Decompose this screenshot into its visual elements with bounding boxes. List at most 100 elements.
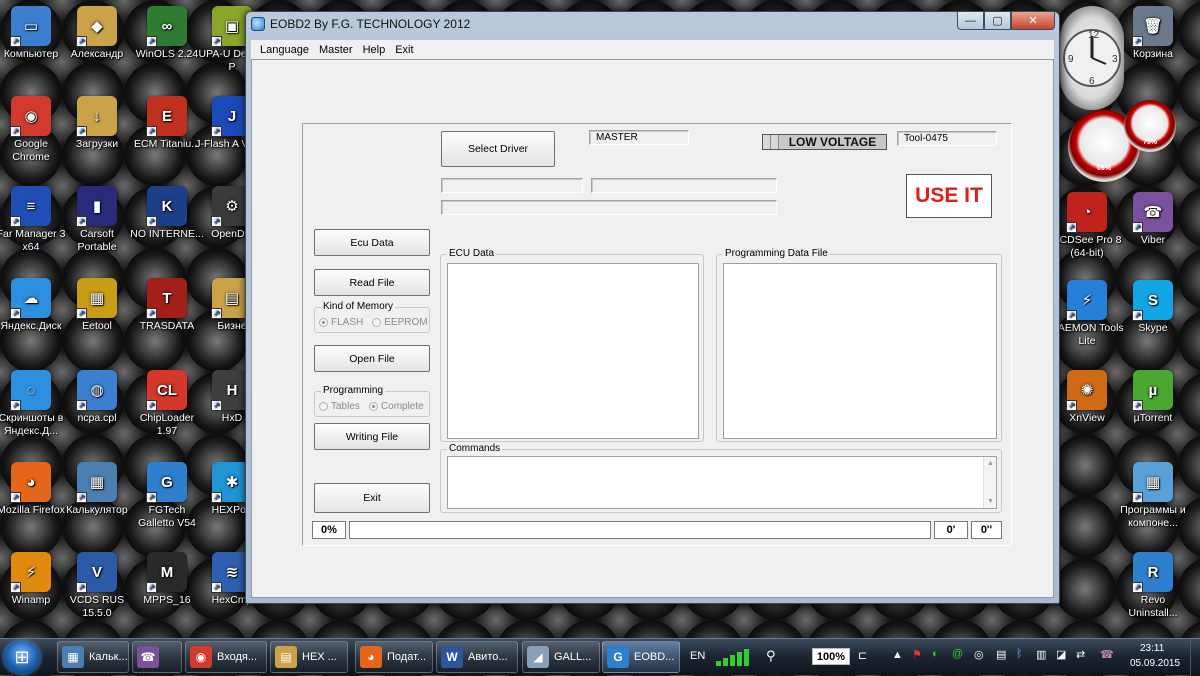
scroll-down-icon[interactable]: ▼ (984, 495, 997, 508)
tray-app-icon[interactable]: ◪ (1056, 648, 1066, 661)
tables-radio[interactable]: Tables (319, 401, 360, 412)
desktop-icon[interactable]: T ↗ TRASDATA (130, 278, 204, 333)
desktop-icon[interactable]: E ↗ ECM Titaniu... (130, 96, 204, 151)
shortcut-arrow-icon: ↗ (10, 126, 21, 137)
radio-empty-icon (372, 318, 382, 327)
desktop-icon[interactable]: ◕ ↗ Mozilla Firefox (0, 462, 68, 517)
desktop-icon-label: Eetool (82, 320, 112, 332)
desktop-icon[interactable]: ◍ ↗ ncpa.cpl (60, 370, 134, 425)
read-file-button[interactable]: Read File (314, 269, 430, 296)
language-indicator[interactable]: EN (690, 650, 705, 662)
battery-indicator[interactable]: 100% (812, 648, 850, 665)
taskbar-item[interactable]: W Авито... (436, 641, 518, 673)
desktop-icon[interactable]: ◉ ↗ Google Chrome (0, 96, 68, 164)
flash-radio[interactable]: FLASH (319, 317, 363, 328)
eeprom-radio[interactable]: EEPROM (372, 317, 428, 328)
desktop-icon[interactable]: CL ↗ ChipLoader 1.97 (130, 370, 204, 438)
menu-language[interactable]: Language (255, 44, 314, 56)
desktop-icon[interactable]: ∞ ↗ WinOLS 2.24 (130, 6, 204, 61)
power-icon[interactable]: ⊏ (858, 649, 867, 662)
taskbar-app-icon: ◉ (190, 646, 212, 668)
minimize-button[interactable]: — (957, 12, 984, 30)
desktop-icon[interactable]: S ↗ Skype (1116, 280, 1190, 335)
complete-radio[interactable]: Complete (368, 401, 424, 412)
desktop-icon[interactable]: 🗑 ↗ Корзина (1116, 6, 1190, 61)
taskbar-app-icon: ☎ (137, 646, 159, 668)
open-file-button[interactable]: Open File (314, 345, 430, 372)
desktop-icon[interactable]: ▭ ↗ Компьютер (0, 6, 68, 61)
desktop-icon[interactable]: R ↗ Revo Uninstall... (1116, 552, 1190, 620)
desktop-icon[interactable]: ▦ ↗ Калькулятор (60, 462, 134, 517)
desktop-icon[interactable]: ≡ ↗ Far Manager 3 x64 (0, 186, 68, 254)
desktop-icon[interactable]: ↓ ↗ Загрузки (60, 96, 134, 151)
close-button[interactable]: ✕ (1011, 12, 1055, 30)
desktop-icon-label: Программы и компоне... (1120, 504, 1186, 529)
menu-master[interactable]: Master (314, 44, 358, 56)
desktop-icon[interactable]: ◆ ↗ Александр (60, 6, 134, 61)
taskbar-item[interactable]: ◕ Подат... (355, 641, 433, 673)
desktop-icon[interactable]: ▦ ↗ Eetool (60, 278, 134, 333)
taskbar-item[interactable]: ▦ Кальк... (57, 641, 129, 673)
network-icon[interactable]: ⇄ (1076, 648, 1085, 661)
desktop-icon[interactable]: ▮ ↗ Carsoft Portable (60, 186, 134, 254)
network-signal-icon[interactable] (716, 648, 756, 666)
eobd2-window: EOBD2 By F.G. TECHNOLOGY 2012 — ▢ ✕ Lang… (245, 11, 1060, 604)
taskbar-item[interactable]: ◢ GALL... (522, 641, 600, 673)
viber-tray-icon[interactable]: ☎ (1100, 648, 1114, 661)
taskbar-item[interactable]: ◉ Входя... (185, 641, 267, 673)
taskbar-app-icon: ◕ (360, 646, 382, 668)
select-driver-button[interactable]: Select Driver (441, 131, 555, 167)
desktop-icon[interactable]: ▦ ↗ Программы и компоне... (1116, 462, 1190, 530)
clock-date[interactable]: 05.09.2015 (1130, 658, 1180, 669)
desktop-icon[interactable]: ◌ ↗ Скриншоты в Яндекс.Д... (0, 370, 68, 438)
exit-button[interactable]: Exit (314, 483, 430, 513)
taskbar-item[interactable]: ▤ HEX ... (270, 641, 348, 673)
shortcut-arrow-icon: ↗ (10, 492, 21, 503)
menu-help[interactable]: Help (358, 44, 391, 56)
tray-app-icon[interactable]: ⚑ (912, 648, 922, 661)
desktop-icon[interactable]: ◔ ↗ ACDSee Pro 8 (64-bit) (1050, 192, 1124, 260)
taskbar: ⊞ ▦ Кальк... ☎ ◉ Входя... ▤ HEX ... ◕ Подат... W А… (0, 638, 1200, 676)
tray-app-icon[interactable]: ◎ (974, 648, 984, 661)
clock-time[interactable]: 23:11 (1140, 643, 1164, 654)
desktop-app-icon: ∞ ↗ (146, 6, 187, 47)
desktop-icon-label: Корзина (1133, 48, 1173, 60)
desktop-icon[interactable]: ⚡ ↗ DAEMON Tools Lite (1050, 280, 1124, 348)
show-desktop-button[interactable] (1190, 639, 1200, 676)
tray-app-icon[interactable]: ▥ (1036, 648, 1046, 661)
desktop-app-icon: CL ↗ (146, 370, 187, 411)
wifi-icon[interactable]: ⚲ (766, 648, 776, 664)
desktop-icon[interactable]: M ↗ MPPS_16 (130, 552, 204, 607)
commands-scrollbar[interactable]: ▲ ▼ (983, 457, 996, 508)
shortcut-arrow-icon: ↗ (146, 492, 157, 503)
commands-textbox[interactable]: ▲ ▼ (447, 456, 997, 509)
menu-exit[interactable]: Exit (390, 44, 418, 56)
desktop-icon[interactable]: ✺ ↗ XnView (1050, 370, 1124, 425)
writing-file-button[interactable]: Writing File (314, 423, 430, 450)
ecu-data-button[interactable]: Ecu Data (314, 229, 430, 256)
tray-app-icon[interactable]: ◐ (932, 648, 939, 660)
desktop-icon[interactable]: ☁ ↗ Яндекс.Диск (0, 278, 68, 333)
desktop-icon[interactable]: G ↗ FGTech Galletto V54 (130, 462, 204, 530)
desktop-icon[interactable]: ☎ ↗ Viber (1116, 192, 1190, 247)
taskbar-item-label: GALL... (554, 651, 592, 663)
scroll-up-icon[interactable]: ▲ (984, 457, 997, 470)
desktop-icon-label: MPPS_16 (143, 594, 191, 606)
desktop-icon[interactable]: K ↗ NO INTERNE... (130, 186, 204, 241)
title-bar[interactable]: EOBD2 By F.G. TECHNOLOGY 2012 — ▢ ✕ (246, 12, 1059, 36)
desktop-icon[interactable]: V ↗ VCDS RUS 15.5.0 (60, 552, 134, 620)
tray-expand-icon[interactable]: ▲ (892, 649, 903, 661)
desktop-icon[interactable]: ⚡ ↗ Winamp (0, 552, 68, 607)
start-button[interactable]: ⊞ (4, 641, 40, 674)
bluetooth-icon[interactable]: ᛒ (1016, 648, 1023, 660)
taskbar-item[interactable]: G EOBD... (602, 641, 680, 673)
tray-app-icon[interactable]: ▤ (996, 648, 1006, 661)
ecu-data-list[interactable] (447, 263, 699, 439)
desktop-icon[interactable]: µ ↗ µTorrent (1116, 370, 1190, 425)
tray-at-icon[interactable]: @ (952, 648, 963, 660)
shortcut-arrow-icon: ↗ (211, 308, 222, 319)
maximize-button[interactable]: ▢ (984, 12, 1011, 30)
taskbar-item[interactable]: ☎ (132, 641, 182, 673)
shortcut-arrow-icon: ↗ (76, 400, 87, 411)
programming-data-list[interactable] (723, 263, 997, 439)
